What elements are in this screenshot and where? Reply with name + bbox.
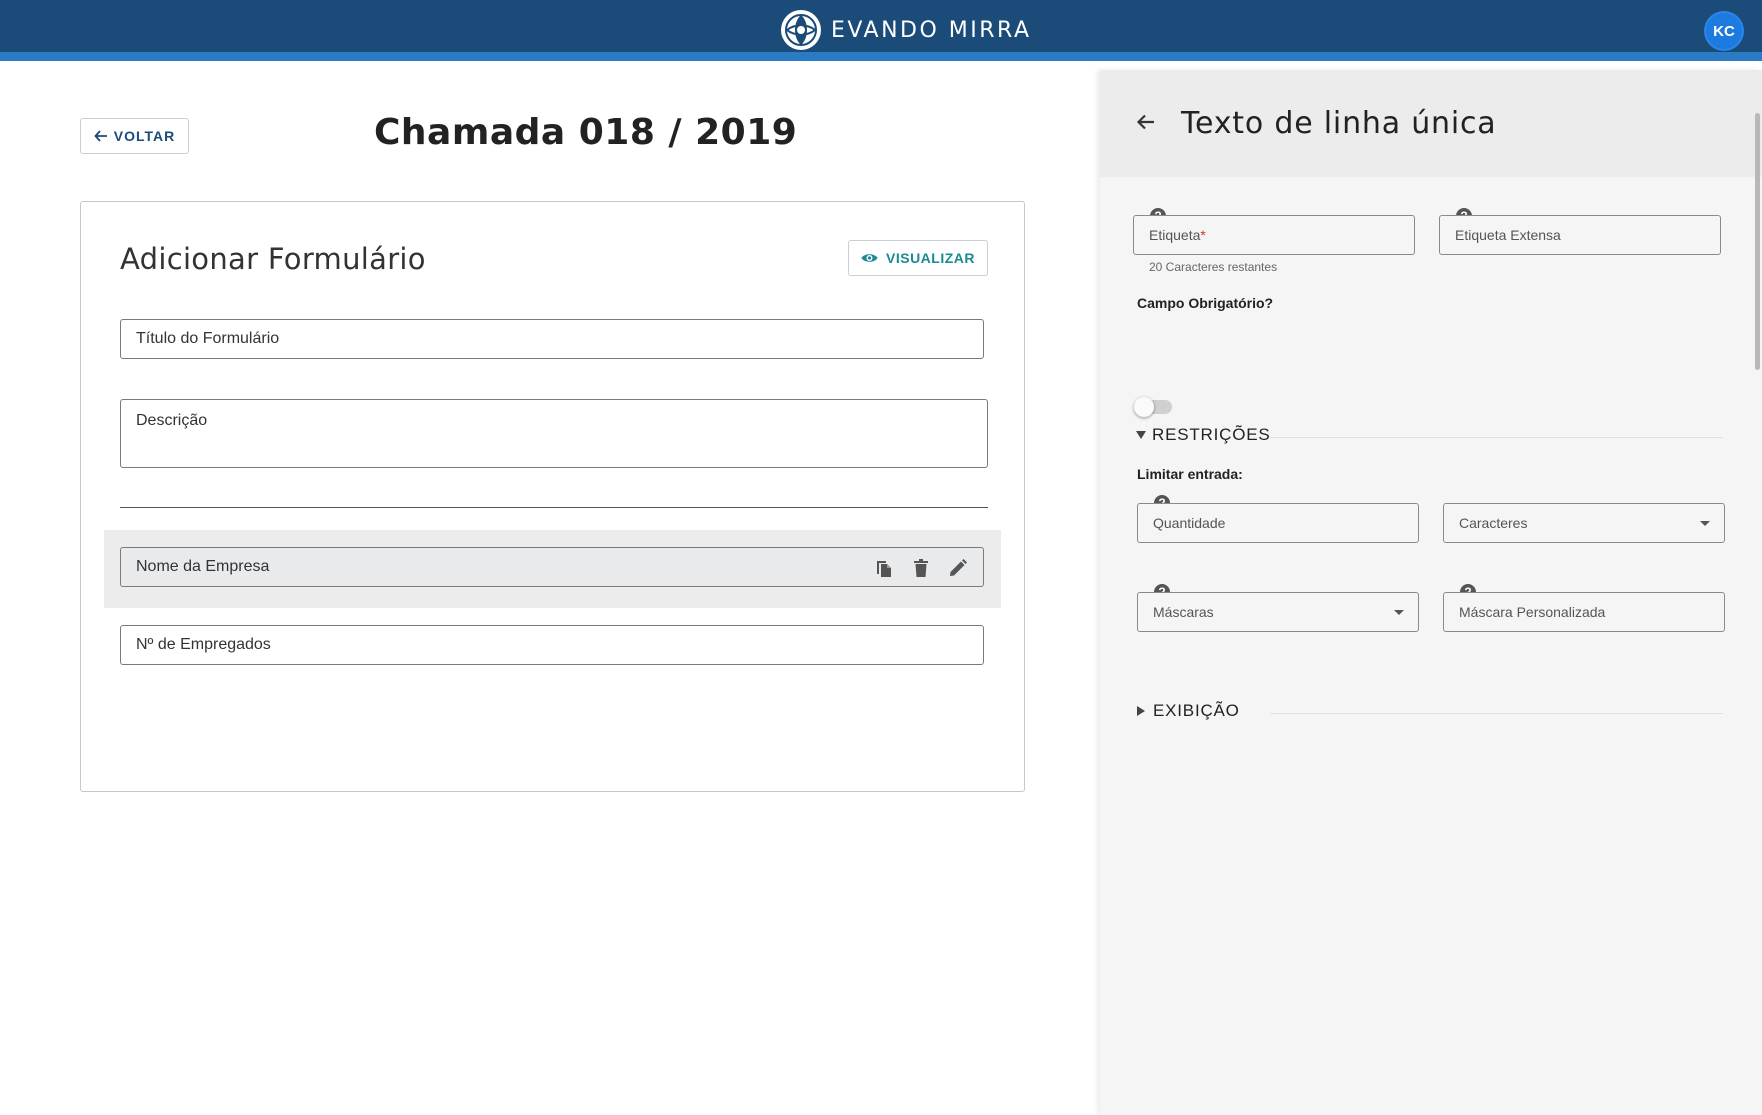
masks-select[interactable]: Máscaras xyxy=(1137,592,1419,632)
custom-mask-input[interactable]: Máscara Personalizada xyxy=(1443,592,1725,632)
panel-scrollbar[interactable] xyxy=(1755,113,1760,370)
brand[interactable]: EVANDO MIRRA xyxy=(779,9,1032,51)
back-button[interactable]: VOLTAR xyxy=(80,118,189,154)
dropdown-caret-icon xyxy=(1700,521,1710,526)
required-question-label: Campo Obrigatório? xyxy=(1137,295,1274,311)
form-builder-card: Adicionar Formulário VISUALIZAR Título d… xyxy=(80,201,1025,792)
toggle-knob xyxy=(1134,397,1154,417)
custom-mask-placeholder: Máscara Personalizada xyxy=(1459,604,1606,620)
dropdown-caret-icon xyxy=(1394,610,1404,615)
display-section-title: EXIBIÇÃO xyxy=(1153,701,1240,720)
quantity-placeholder: Quantidade xyxy=(1153,515,1226,531)
form-field-item[interactable]: Nº de Empregados xyxy=(120,625,984,665)
required-toggle[interactable] xyxy=(1134,397,1172,417)
field-settings-panel: Texto de linha única ? Etiqueta* 20 Cara… xyxy=(1100,70,1762,1115)
limit-input-label: Limitar entrada: xyxy=(1137,466,1243,482)
form-field-label: Nome da Empresa xyxy=(136,558,270,575)
form-field-row-selected[interactable]: Nome da Empresa xyxy=(104,530,1001,608)
pencil-icon[interactable] xyxy=(946,557,969,579)
panel-back-arrow-icon[interactable] xyxy=(1136,112,1156,137)
eye-icon xyxy=(861,254,878,262)
section-divider xyxy=(1270,713,1723,714)
panel-header: Texto de linha única xyxy=(1100,70,1762,177)
caret-down-icon xyxy=(1136,431,1146,439)
quantity-input[interactable]: Quantidade xyxy=(1137,503,1419,543)
display-section-header[interactable]: EXIBIÇÃO xyxy=(1137,701,1240,721)
restrictions-section-header[interactable]: RESTRIÇÕES xyxy=(1136,425,1271,445)
form-title-placeholder: Título do Formulário xyxy=(136,330,280,347)
caret-right-icon xyxy=(1137,706,1145,716)
section-divider xyxy=(1270,437,1723,438)
label-input-placeholder: Etiqueta xyxy=(1149,227,1201,243)
characters-select[interactable]: Caracteres xyxy=(1443,503,1725,543)
form-field-label: Nº de Empregados xyxy=(136,636,271,653)
masks-select-value: Máscaras xyxy=(1153,604,1214,620)
required-asterisk: * xyxy=(1200,227,1206,243)
field-actions xyxy=(872,557,969,579)
copy-icon[interactable] xyxy=(872,557,895,579)
page-title: Chamada 018 / 2019 xyxy=(374,112,798,153)
description-textarea[interactable]: Descrição xyxy=(120,399,988,468)
long-label-placeholder: Etiqueta Extensa xyxy=(1455,227,1561,243)
divider xyxy=(120,507,988,508)
brand-logo-icon xyxy=(781,10,821,50)
back-button-label: VOLTAR xyxy=(113,128,176,144)
arrow-left-icon xyxy=(94,130,107,142)
card-title: Adicionar Formulário xyxy=(120,242,426,276)
panel-title: Texto de linha única xyxy=(1181,106,1497,141)
characters-select-value: Caracteres xyxy=(1459,515,1528,531)
long-label-input[interactable]: Etiqueta Extensa xyxy=(1439,215,1721,255)
preview-button-label: VISUALIZAR xyxy=(886,250,975,266)
form-field-item[interactable]: Nome da Empresa xyxy=(120,547,984,587)
form-title-input[interactable]: Título do Formulário xyxy=(120,319,984,359)
trash-icon[interactable] xyxy=(909,557,932,579)
brand-name: EVANDO MIRRA xyxy=(831,17,1032,43)
user-avatar[interactable]: KC xyxy=(1706,13,1742,49)
description-placeholder: Descrição xyxy=(136,412,208,429)
label-input[interactable]: Etiqueta * xyxy=(1133,215,1415,255)
preview-button[interactable]: VISUALIZAR xyxy=(848,240,988,276)
label-char-counter: 20 Caracteres restantes xyxy=(1149,260,1278,274)
restrictions-section-title: RESTRIÇÕES xyxy=(1152,425,1271,444)
top-navigation-bar: EVANDO MIRRA KC xyxy=(0,0,1762,61)
